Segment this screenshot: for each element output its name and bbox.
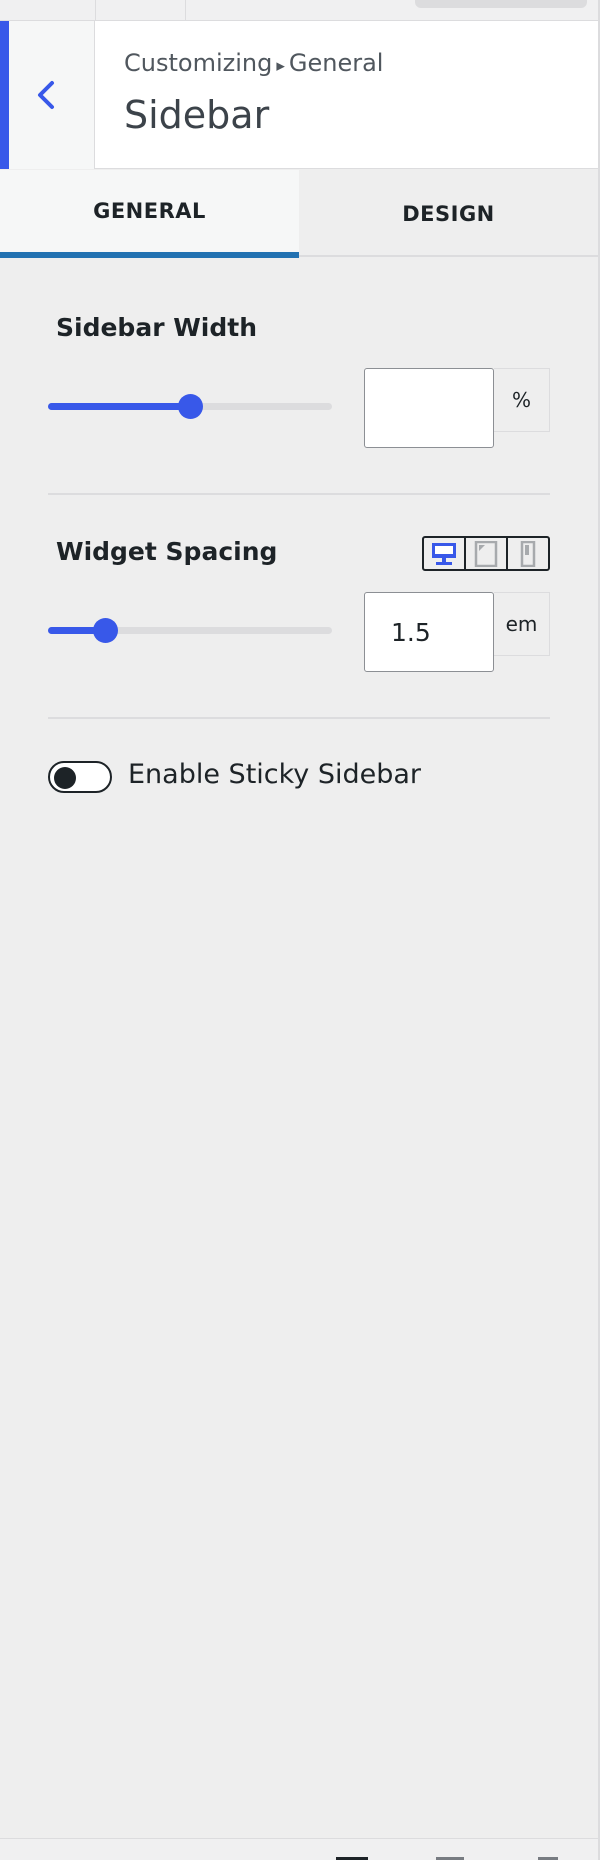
desktop-icon [432, 542, 456, 565]
tab-bar: GENERAL DESIGN [0, 170, 598, 258]
toolbar-divider [185, 0, 186, 20]
top-toolbar [0, 0, 598, 21]
sidebar-width-input[interactable] [364, 368, 494, 448]
device-mobile-button[interactable] [506, 538, 548, 569]
toolbar-button[interactable] [415, 0, 587, 8]
sticky-sidebar-label: Enable Sticky Sidebar [128, 759, 422, 790]
device-tablet-button[interactable] [464, 538, 506, 569]
breadcrumb: Customizing ▸ General [124, 49, 383, 77]
widget-spacing-label: Widget Spacing [56, 537, 278, 566]
widget-spacing-unit[interactable]: em [494, 592, 550, 656]
chevron-left-icon [38, 81, 54, 109]
tab-general[interactable]: GENERAL [0, 170, 299, 258]
breadcrumb-current: General [288, 49, 384, 77]
sidebar-width-slider[interactable] [48, 394, 332, 419]
divider [48, 717, 550, 719]
slider-thumb[interactable] [92, 618, 118, 643]
sidebar-width-label: Sidebar Width [56, 313, 258, 342]
tablet-icon [474, 540, 498, 567]
customizer-panel: Customizing ▸ General Sidebar GENERAL DESI… [0, 0, 600, 1860]
breadcrumb-root: Customizing [124, 49, 273, 77]
tab-design[interactable]: DESIGN [299, 170, 598, 257]
device-desktop-button[interactable] [424, 538, 464, 569]
sticky-sidebar-toggle[interactable] [48, 761, 112, 793]
breadcrumb-arrow-icon: ▸ [276, 56, 285, 76]
toolbar-divider [95, 0, 96, 20]
mobile-icon [520, 540, 536, 567]
sidebar-width-unit[interactable]: % [494, 368, 550, 432]
widget-spacing-slider[interactable] [48, 618, 332, 643]
toggle-knob [54, 767, 76, 789]
back-button[interactable] [0, 21, 95, 169]
widget-spacing-input[interactable] [364, 592, 494, 672]
slider-thumb[interactable] [178, 394, 203, 419]
section-header: Customizing ▸ General Sidebar [0, 21, 598, 169]
page-title: Sidebar [124, 93, 270, 137]
divider [48, 493, 550, 495]
device-switcher [422, 536, 550, 571]
bottom-toolbar [0, 1838, 598, 1860]
slider-fill [48, 403, 190, 410]
